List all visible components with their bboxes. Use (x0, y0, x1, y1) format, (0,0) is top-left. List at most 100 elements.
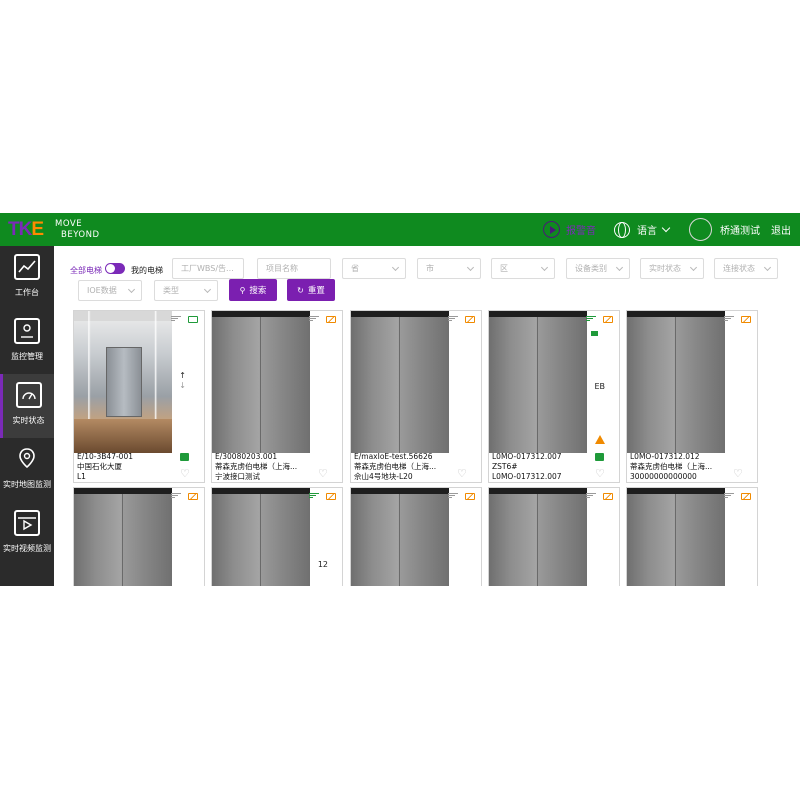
user-menu[interactable]: 桥通测试 (689, 213, 760, 246)
chevron-down-icon (127, 285, 136, 294)
sidebar-item-workbench[interactable]: 工作台 (0, 246, 54, 310)
signal-icon (171, 316, 181, 323)
search-label: 搜索 (249, 286, 267, 296)
search-button[interactable]: ⚲ 搜索 (229, 279, 277, 301)
card-sub: 30000000000000 (630, 472, 697, 481)
favorite-heart-icon[interactable]: ♡ (733, 468, 743, 479)
tagline-line2: BEYOND (61, 229, 100, 240)
logout-label: 退出 (771, 226, 791, 237)
device-type-select[interactable]: 设备类别 (566, 258, 630, 279)
elevator-door-image (74, 488, 172, 586)
all-elevators-label: 全部电梯 (70, 266, 102, 275)
filter-bar: 全部电梯 我的电梯 工厂WBS/告... 项目名称 省 市 区 设备类别 实时状… (54, 246, 800, 306)
down-arrow-icon: ↓ (179, 381, 186, 390)
connection-status-placeholder: 连接状态 (723, 264, 755, 273)
elevator-door-image (489, 311, 587, 453)
elevator-grid: ↑ ↓ E/10-3B47-001 中国石化大厦 L1 ♡ E/30080203.001 蒂森… (54, 310, 800, 586)
chevron-down-icon (615, 263, 624, 272)
image-unavailable-icon (188, 493, 198, 500)
elevator-scope-toggle[interactable] (105, 263, 125, 274)
elevator-card[interactable]: EB L0MO-017312.007 ZST6# L0MO-017312.007 ♡ (488, 310, 620, 483)
card-caption: E/30080203.001 蒂森克虏伯电梯（上海... 宁波接口测试 (215, 452, 325, 482)
elevator-card[interactable] (73, 487, 205, 586)
signal-icon (586, 316, 596, 323)
language-selector[interactable]: 语言 (614, 213, 671, 246)
alarm-label: 报警音 (566, 226, 596, 237)
connection-status-select[interactable]: 连接状态 (714, 258, 778, 279)
sidebar-item-realtime-status[interactable]: 实时状态 (0, 374, 54, 438)
elevator-door-image (212, 488, 310, 586)
elevator-card[interactable]: E/maxIoE-test.56626 蒂森克虏伯电梯（上海... 佘山4号地块-L… (350, 310, 482, 483)
sidebar-item-monitor[interactable]: 监控管理 (0, 310, 54, 374)
app-window: TKE MOVE BEYOND 报警音 语言 桥通测试 退出 工作台 监控管理 … (0, 213, 800, 586)
image-unavailable-icon (465, 316, 475, 323)
signal-icon (724, 493, 734, 500)
reset-button[interactable]: ↻ 重置 (287, 279, 335, 301)
type-select[interactable]: 类型 (154, 280, 218, 301)
project-placeholder: 项目名称 (266, 264, 298, 273)
search-icon: ⚲ (239, 285, 246, 295)
reset-label: 重置 (307, 286, 325, 296)
card-sub: 宁波接口测试 (215, 472, 260, 481)
avatar (689, 218, 712, 241)
favorite-heart-icon[interactable]: ♡ (180, 468, 190, 479)
province-select[interactable]: 省 (342, 258, 406, 279)
logo-tagline: MOVE BEYOND (55, 219, 100, 240)
elevator-card[interactable] (488, 487, 620, 586)
image-unavailable-icon (465, 493, 475, 500)
card-caption: L0MO-017312.007 ZST6# L0MO-017312.007 (492, 452, 602, 482)
top-bar: TKE MOVE BEYOND 报警音 语言 桥通测试 退出 (0, 213, 800, 246)
sidebar-item-label: 实时视频监测 (3, 544, 51, 553)
chevron-down-icon (466, 263, 475, 272)
sidebar-item-map-monitor[interactable]: 实时地图监测 (0, 438, 54, 502)
favorite-heart-icon[interactable]: ♡ (595, 468, 605, 479)
camera-icon (591, 331, 598, 336)
elevator-card[interactable]: E/30080203.001 蒂森克虏伯电梯（上海... 宁波接口测试 ♡ (211, 310, 343, 483)
elevator-card[interactable] (350, 487, 482, 586)
wbs-input[interactable]: 工厂WBS/告... (172, 258, 244, 279)
realtime-status-select[interactable]: 实时状态 (640, 258, 704, 279)
card-sub: L0MO-017312.007 (492, 472, 562, 481)
refresh-icon: ↻ (297, 285, 304, 295)
elevator-door-image (212, 311, 310, 453)
logo-mark: TKE (8, 219, 44, 240)
elevator-card[interactable] (626, 487, 758, 586)
sidebar: 工作台 监控管理 实时状态 实时地图监测 实时视频监测 (0, 246, 54, 586)
district-placeholder: 区 (500, 264, 508, 273)
elevator-card[interactable]: L0MO-017312.012 蒂森克虏伯电梯（上海... 300000000000… (626, 310, 758, 483)
favorite-heart-icon[interactable]: ♡ (318, 468, 328, 479)
user-name: 桥通测试 (720, 226, 760, 237)
alarm-sound-button[interactable]: 报警音 (543, 213, 596, 246)
elevator-door-image (351, 488, 449, 586)
signal-icon (724, 316, 734, 323)
favorite-heart-icon[interactable]: ♡ (457, 468, 467, 479)
elevator-card[interactable]: ↑ ↓ E/10-3B47-001 中国石化大厦 L1 ♡ (73, 310, 205, 483)
logout-button[interactable]: 退出 (771, 213, 791, 246)
ioe-placeholder: IOE数据 (87, 286, 117, 295)
play-icon (543, 221, 560, 238)
sidebar-item-label: 实时状态 (12, 416, 45, 425)
elevator-card[interactable]: 12 (211, 487, 343, 586)
sidebar-item-video-monitor[interactable]: 实时视频监测 (0, 502, 54, 566)
image-unavailable-icon (741, 493, 751, 500)
signal-icon (448, 493, 458, 500)
signal-icon (309, 316, 319, 323)
card-code: L0MO-017312.012 (630, 452, 700, 461)
chart-line-icon (14, 254, 40, 280)
device-type-placeholder: 设备类别 (575, 264, 607, 273)
project-name-input[interactable]: 项目名称 (257, 258, 331, 279)
image-unavailable-icon (603, 493, 613, 500)
realtime-status-placeholder: 实时状态 (649, 264, 681, 273)
card-name: 蒂森克虏伯电梯（上海... (215, 462, 298, 471)
tagline-line1: MOVE (55, 219, 83, 229)
card-name: 中国石化大厦 (77, 462, 122, 471)
district-select[interactable]: 区 (491, 258, 555, 279)
ioe-data-select[interactable]: IOE数据 (78, 280, 142, 301)
elevator-door-image (489, 488, 587, 586)
image-unavailable-icon (326, 316, 336, 323)
card-name: ZST6# (492, 462, 518, 471)
chevron-down-icon (763, 263, 772, 272)
elevator-door-image (627, 488, 725, 586)
chevron-down-icon (540, 263, 549, 272)
city-select[interactable]: 市 (417, 258, 481, 279)
